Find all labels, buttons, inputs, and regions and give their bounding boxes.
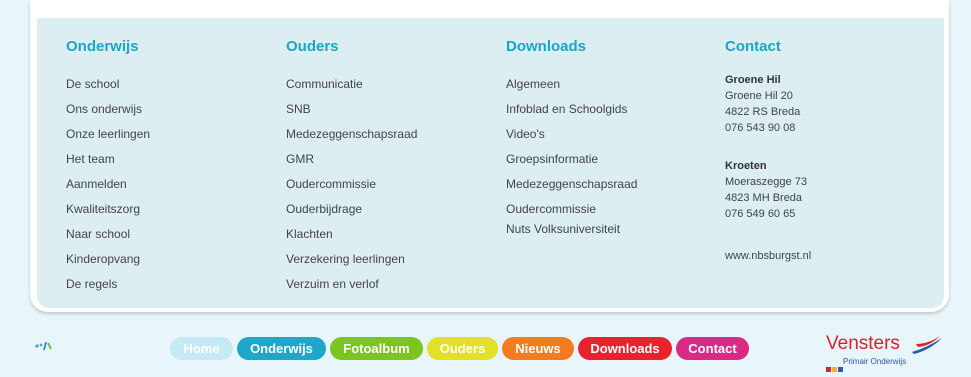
link-snb[interactable]: SNB — [286, 102, 311, 116]
footer-panel — [37, 18, 944, 308]
link-klachten[interactable]: Klachten — [286, 227, 333, 241]
nav-label: Contact — [688, 341, 737, 356]
website-link[interactable]: www.nbsburgst.nl — [725, 250, 811, 262]
nav-downloads-button[interactable]: Downloads — [578, 337, 672, 360]
footer-column-onderwijs: Onderwijs De school Ons onderwijs Onze l… — [66, 38, 150, 291]
link-ons-onderwijs[interactable]: Ons onderwijs — [66, 102, 142, 116]
link-algemeen[interactable]: Algemeen — [506, 77, 560, 91]
vensters-logo[interactable]: Vensters Primair Onderwijs — [820, 333, 950, 372]
logo-name: Vensters — [826, 333, 900, 354]
column-title: Downloads — [506, 38, 587, 55]
link-verzuim-en-verlof[interactable]: Verzuim en verlof — [286, 277, 379, 291]
nav-label: Onderwijs — [250, 341, 313, 356]
column-title: Onderwijs — [66, 38, 139, 55]
nav-onderwijs-button[interactable]: Onderwijs — [237, 337, 326, 360]
link-de-regels[interactable]: De regels — [66, 277, 117, 291]
link-kwaliteitszorg[interactable]: Kwaliteitszorg — [66, 202, 140, 216]
link-communicatie[interactable]: Communicatie — [286, 77, 363, 91]
footer-column-ouders: Ouders Communicatie SNB Medezeggenschaps… — [286, 38, 417, 291]
link-gmr[interactable]: GMR — [286, 152, 314, 166]
contact-location-groene-hil: Groene Hil Groene Hil 20 4822 RS Breda 0… — [725, 72, 800, 136]
nav-label: Downloads — [590, 341, 660, 356]
link-onze-leerlingen[interactable]: Onze leerlingen — [66, 127, 150, 141]
logo-squares — [826, 359, 844, 377]
contact-location-kroeten: Kroeten Moeraszegge 73 4823 MH Breda 076… — [725, 158, 807, 222]
column-title: Contact — [725, 38, 781, 55]
link-ouderbijdrage[interactable]: Ouderbijdrage — [286, 202, 362, 216]
nav-label: Nieuws — [515, 341, 561, 356]
location-phone: 076 543 90 08 — [725, 122, 796, 134]
location-street: Moeraszegge 73 — [725, 176, 807, 188]
nav-label: Fotoalbum — [343, 341, 410, 356]
nav-contact-button[interactable]: Contact — [676, 337, 749, 360]
footer-column-contact: Contact Groene Hil Groene Hil 20 4822 RS… — [725, 38, 811, 262]
link-het-team[interactable]: Het team — [66, 152, 115, 166]
link-infoblad-schoolgids[interactable]: Infoblad en Schoolgids — [506, 102, 627, 116]
nav-fotoalbum-button[interactable]: Fotoalbum — [330, 337, 423, 360]
link-aanmelden[interactable]: Aanmelden — [66, 177, 127, 191]
link-groepsinformatie[interactable]: Groepsinformatie — [506, 152, 598, 166]
link-medezeggenschapsraad[interactable]: Medezeggenschapsraad — [286, 127, 417, 141]
location-name: Kroeten — [725, 160, 767, 172]
location-phone: 076 549 60 65 — [725, 208, 796, 220]
nav-label: Home — [183, 341, 220, 356]
nav-nieuws-button[interactable]: Nieuws — [502, 337, 574, 360]
footer-column-downloads: Downloads Algemeen Infoblad en Schoolgid… — [506, 38, 637, 236]
link-verzekering-leerlingen[interactable]: Verzekering leerlingen — [286, 252, 405, 266]
link-nuts-volksuniversiteit[interactable]: Nuts Volksuniversiteit — [506, 222, 620, 236]
link-oudercommissie[interactable]: Oudercommissie — [286, 177, 376, 191]
nav-home-button[interactable]: Home — [170, 337, 233, 360]
location-name: Groene Hil — [725, 74, 781, 86]
link-oudercommissie[interactable]: Oudercommissie — [506, 202, 596, 216]
location-city: 4823 MH Breda — [725, 192, 803, 204]
link-videos[interactable]: Video's — [506, 127, 545, 141]
nav-label: Ouders — [439, 341, 486, 356]
link-kinderopvang[interactable]: Kinderopvang — [66, 252, 140, 266]
link-medezeggenschapsraad[interactable]: Medezeggenschapsraad — [506, 177, 637, 191]
swoosh-icon — [912, 336, 942, 354]
leaf-icon — [35, 341, 52, 351]
link-naar-school[interactable]: Naar school — [66, 227, 130, 241]
nav-ouders-button[interactable]: Ouders — [427, 337, 498, 360]
logo-subtitle: Primair Onderwijs — [843, 357, 907, 366]
location-street: Groene Hil 20 — [725, 90, 793, 102]
location-city: 4822 RS Breda — [725, 106, 801, 118]
link-de-school[interactable]: De school — [66, 77, 119, 91]
column-title: Ouders — [286, 38, 339, 55]
